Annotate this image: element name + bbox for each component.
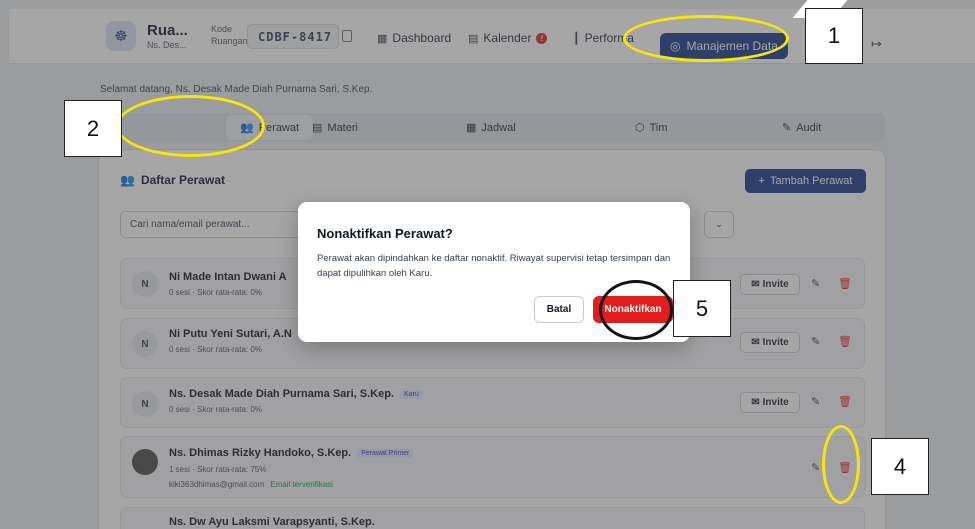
highlight-ring-2 xyxy=(116,95,265,157)
highlight-ring-4 xyxy=(822,425,860,504)
highlight-ring-5 xyxy=(599,280,673,340)
cancel-button[interactable]: Batal xyxy=(534,296,584,323)
step-number-2: 2 xyxy=(64,100,122,157)
dialog-title: Nonaktifkan Perawat? xyxy=(317,226,453,241)
step-number-1: 1 xyxy=(805,8,863,64)
dialog-message: Perawat akan dipindahkan ke daftar nonak… xyxy=(317,253,671,279)
step-number-4: 4 xyxy=(871,438,929,495)
highlight-ring-1 xyxy=(623,15,789,62)
step-number-5: 5 xyxy=(673,280,731,337)
